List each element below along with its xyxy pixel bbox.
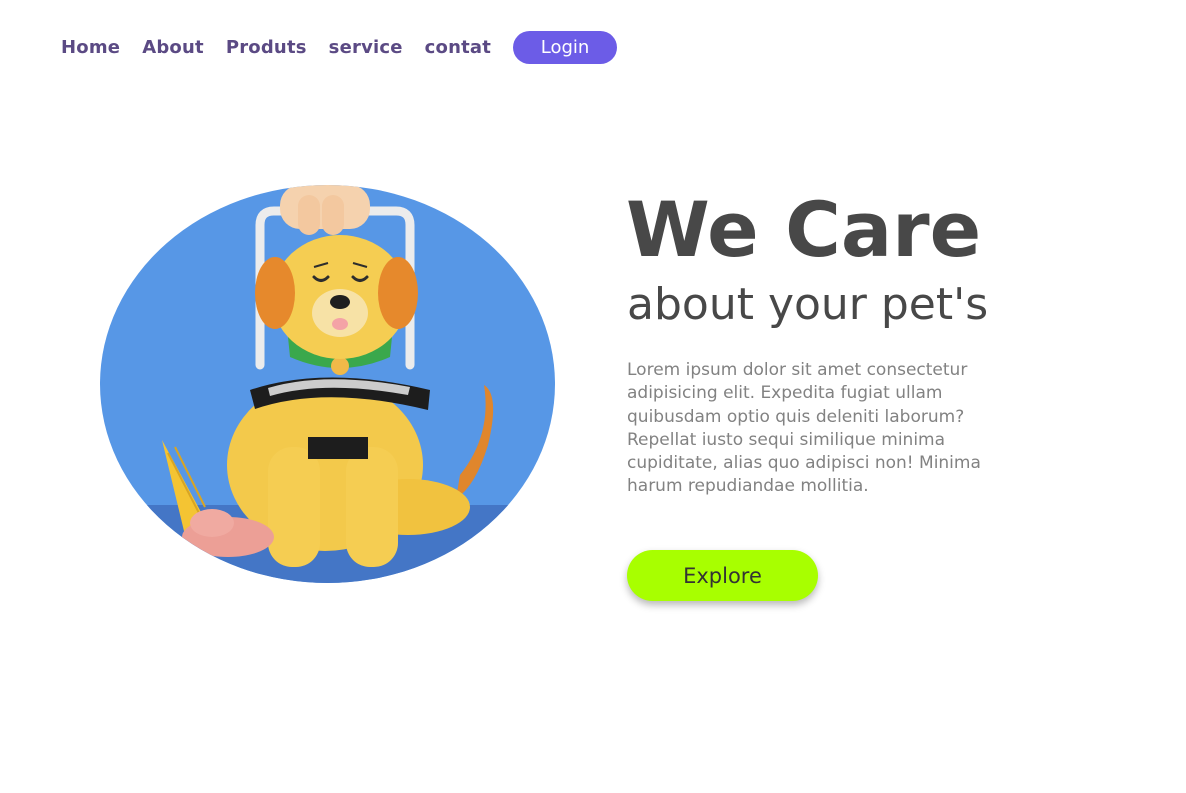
nav-link-about[interactable]: About: [142, 37, 204, 58]
hero-description: Lorem ipsum dolor sit amet consectetur a…: [627, 360, 981, 497]
hero-title: We Care: [626, 185, 982, 274]
dog-illustration: [100, 185, 555, 583]
login-button[interactable]: Login: [513, 31, 618, 64]
top-nav: Home About Produts service contat Login: [61, 31, 618, 64]
nav-link-products[interactable]: Produts: [226, 37, 307, 58]
hero-subtitle: about your pet's: [627, 279, 989, 330]
nav-link-contact[interactable]: contat: [425, 37, 491, 58]
nav-link-service[interactable]: service: [329, 37, 403, 58]
explore-button[interactable]: Explore: [627, 550, 818, 601]
nav-link-home[interactable]: Home: [61, 37, 120, 58]
